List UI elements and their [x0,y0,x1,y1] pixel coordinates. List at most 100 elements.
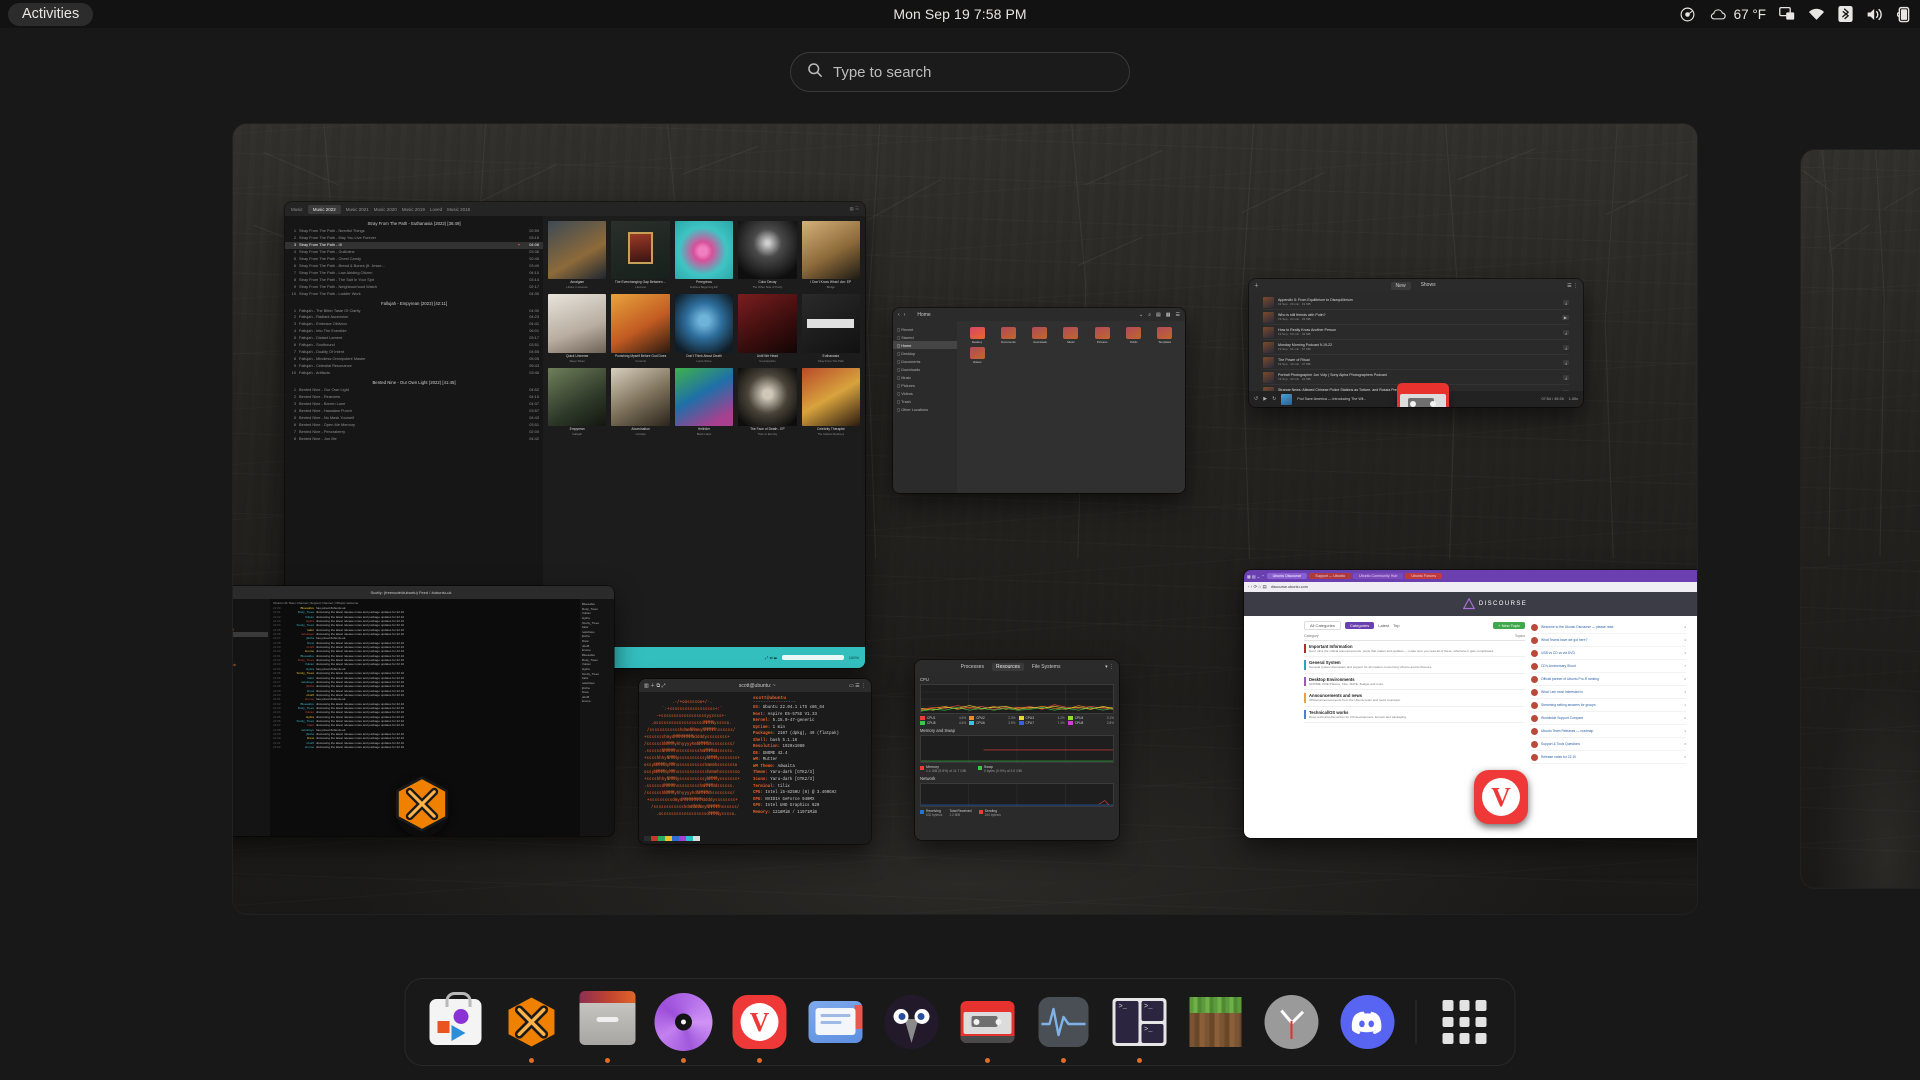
hexchat-titlebar[interactable]: Scotty: (freenode/#ubuntu) Feed / #ubunt… [233,586,614,599]
hexchat-channel-list[interactable]: ubuntu-uk#ubuntu#archlinux#hexchat#linux… [233,599,270,836]
podcasts-menu-icon[interactable]: ☰ ⋮ [1567,283,1578,289]
music-track-row[interactable]: 9 Stray From The Path - Neighbourhood Wat… [285,284,543,291]
music-track-row[interactable]: 1 Bented Nine - Our Own Light 04:52 [285,387,543,394]
files-folder-item[interactable]: Public [1119,327,1147,344]
files-path-icon[interactable]: ⌄ [1139,312,1143,318]
nav-latest[interactable]: Latest [1378,623,1389,628]
window-hexchat[interactable]: Scotty: (freenode/#ubuntu) Feed / #ubunt… [233,586,614,836]
dock-item-owl-podcast[interactable] [880,990,944,1054]
files-folder-item[interactable]: Documents [994,327,1022,344]
music-track-row[interactable]: 4 Bented Nine - Hawaiian Punch 03:57 [285,408,543,415]
workspace-thumbnail-next[interactable] [1801,150,1920,888]
album-card[interactable]: The Everchanging Gap Between ... Lifecres… [611,221,670,289]
music-tab-3[interactable]: Music 2020 [374,207,397,212]
browser-url[interactable]: discourse.ubuntu.com [1271,585,1308,589]
menu-icon[interactable]: ☰ [1176,312,1180,318]
window-system-monitor[interactable]: Processes Resources File Systems ▾ ⋮ CPU [915,660,1119,840]
dock-item-vivaldi[interactable]: V [728,990,792,1063]
podcast-episode-row[interactable]: Monday Morning Podcast 9-19-22 19 Sep · 6… [1263,340,1569,355]
files-sidebar[interactable]: ◻ Recent ◻ Starred ◻ Home ◻ Desktop ◻ Docume… [893,321,957,493]
music-track-row[interactable]: 4 Stray From The Path - Guillotine 03:36 [285,249,543,256]
play-button[interactable]: ▶ [1263,396,1267,402]
dock-item-cassette[interactable] [956,990,1020,1063]
forum-category-row[interactable]: General System General system discussion … [1304,657,1525,674]
album-card[interactable]: Peregrinos Endless Beginning EP [674,221,734,289]
podcast-episode-row[interactable]: The Power of Ritual 19 Sep · 40 min · 47 … [1263,355,1569,370]
dock-item-rhythmbox[interactable] [652,990,716,1063]
music-track-row[interactable]: 2 Stray From The Path - May You Live Fore… [285,235,543,242]
music-track-row[interactable]: 5 Stray From The Path - Chest Candy 02:45 [285,256,543,263]
hexchat-user-list[interactable]: Bluesabre Rudy_Trees Vulcan Hydra Scotty_Tre… [580,599,614,836]
music-tab-5[interactable]: Loved [430,207,442,212]
music-track-row[interactable]: 5 Bented Nine - No Mask Yourself 04:43 [285,415,543,422]
episode-action-button[interactable]: ⤓ [1563,359,1569,365]
music-track-row[interactable]: 3 Bented Nine - Barren Lane 04:37 [285,401,543,408]
nav-categories[interactable]: Categories [1344,622,1375,629]
forum-topic-list[interactable]: Welcome to the Ubuntu Discourse — please… [1531,621,1686,764]
search-icon[interactable]: ⌕ [1148,312,1151,318]
window-browser[interactable]: ▦ ▤ ⌄ ⌃ Ubuntu Discourse Support — Ubunt… [1244,570,1697,838]
recording-indicator-icon[interactable] [1679,6,1696,23]
album-card[interactable]: Euthanasia Stray From The Path [801,294,860,363]
back-icon[interactable]: ‹ [898,312,900,318]
files-folder-item[interactable]: Pictures [1088,327,1116,344]
forum-category-row[interactable]: Desktop Environments GNOME, KDE Plasma, X… [1304,674,1525,691]
files-sidebar-item-other[interactable] [893,413,957,419]
dock-item-hexchat[interactable] [500,990,564,1063]
dock-item-clocks[interactable] [1260,990,1324,1054]
forum-nav[interactable]: All Categories Categories Latest Top + N… [1304,621,1525,630]
album-card[interactable]: Color Decay The Other Side of Purity [738,221,797,289]
podcast-episode-row[interactable]: Who is still friends with Putin? 19 Sep ·… [1263,310,1569,325]
podcast-episode-row[interactable]: Appendix 5: From Equilibrium to Disequil… [1263,295,1569,310]
podcast-tab-shows[interactable]: Shows [1421,282,1436,290]
sysmon-menu-icon[interactable]: ▾ ⋮ [1105,664,1114,670]
terminal-menu-icon[interactable]: ▭ ☰ ⋮ [849,683,866,689]
sysmon-titlebar[interactable]: Processes Resources File Systems ▾ ⋮ [915,660,1119,673]
music-track-row[interactable]: 6 Fallujah - Soulbound 03:51 [285,342,543,349]
episode-action-button[interactable]: ▶ [1561,314,1569,320]
add-podcast-icon[interactable]: ＋ [1254,282,1259,289]
files-sidebar-item[interactable]: ◻ Documents [893,357,957,365]
window-terminal[interactable]: ▥ ＋ ⧉ ⤢ scott@ubuntu: ~ ▭ ☰ ⋮ .-/+oossss… [639,679,871,844]
browser-tab-1[interactable]: Support — Ubuntu [1309,573,1351,579]
browser-tab-0[interactable]: Ubuntu Discourse [1266,573,1308,579]
browser-tab-3[interactable]: Ubuntu Forums [1405,573,1443,579]
window-podcasts[interactable]: ＋ New Shows ☰ ⋮ Appendix 5: From Equilib… [1249,279,1583,407]
podcasts-titlebar[interactable]: ＋ New Shows ☰ ⋮ [1249,279,1583,292]
music-track-row[interactable]: 8 Stray From The Path - The Salt In Your … [285,277,543,284]
files-sidebar-item[interactable]: ◻ Trash [893,397,957,405]
dock-item-system-monitor[interactable] [1032,990,1096,1063]
music-track-row[interactable]: 3 Fallujah - Embrace Oblivion 04:41 [285,321,543,328]
dock-item-ubuntu-software[interactable] [424,990,488,1054]
files-folder-item[interactable]: Templates [1151,327,1179,344]
files-sidebar-item[interactable]: ◻ Home [893,341,957,349]
hexchat-channel-item[interactable]: #freebsd [233,667,268,672]
volume-slider[interactable] [781,655,844,660]
forum-category-row[interactable]: Technical/OS works Deep technical discuss… [1304,707,1525,724]
music-track-row[interactable]: 10 Stray From The Path - Ladder Work 04:35 [285,291,543,298]
episode-action-button[interactable]: ⤓ [1563,374,1569,380]
dock-item-discord[interactable] [1336,990,1400,1054]
music-track-row[interactable]: 8 Bented Nine - Jon Me 04:42 [285,436,543,443]
album-card[interactable]: Hellrider Black Label [674,367,734,436]
files-folder-item[interactable]: Videos [963,347,991,364]
forum-topic-row[interactable]: USB vs CD vs via DVD 1 [1531,647,1686,660]
terminal-layout-icon[interactable]: ▥ ＋ ⧉ ⤢ [644,682,665,689]
nav-top[interactable]: Top [1393,623,1399,628]
grid-view-icon[interactable]: ▦ [1166,312,1171,318]
episode-action-button[interactable]: ⤓ [1563,344,1569,350]
music-track-row[interactable]: 8 Fallujah - Mindless Omnipotent Master 05… [285,356,543,363]
dock-item-minecraft[interactable] [1184,990,1248,1054]
list-view-icon[interactable]: ▤ [1156,312,1161,318]
music-tab-1[interactable]: Music 2022 [307,204,341,214]
forward-icon[interactable]: ↻ [1272,396,1276,402]
music-track-row[interactable]: 9 Fallujah - Celestial Resonance 05:43 [285,363,543,370]
files-sidebar-item[interactable]: ◻ Music [893,373,957,381]
volume-icon[interactable] [1866,7,1884,22]
forum-topic-row[interactable]: What Teams have we got here? 4 [1531,634,1686,647]
music-tab-4[interactable]: Music 2019 [402,207,425,212]
nav-all-categories[interactable]: All Categories [1304,621,1341,630]
dock-item-files[interactable] [576,990,640,1063]
forum-category-row[interactable]: Announcements and news Official announcem… [1304,690,1525,707]
files-titlebar[interactable]: ‹ › Home ⌄ ⌕ ▤ ▦ ☰ [893,308,1185,321]
